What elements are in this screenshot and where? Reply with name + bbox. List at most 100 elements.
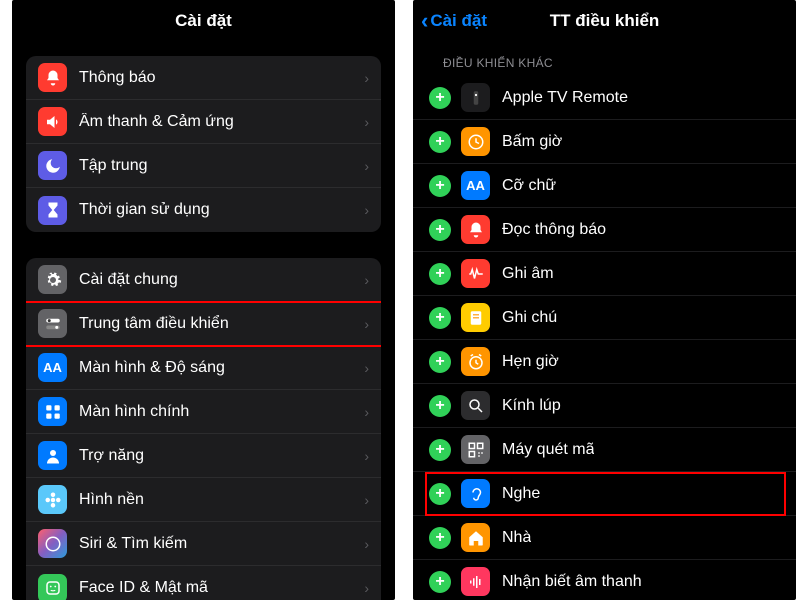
nav-bar: ‹ Cài đặt TT điều khiển bbox=[413, 0, 796, 42]
add-button[interactable]: + bbox=[429, 131, 451, 153]
settings-row-screentime[interactable]: Thời gian sử dụng › bbox=[26, 188, 381, 232]
chevron-right-icon: › bbox=[364, 158, 369, 174]
focus-icon bbox=[38, 151, 67, 180]
add-button[interactable]: + bbox=[429, 527, 451, 549]
control-label: Đọc thông báo bbox=[502, 221, 606, 239]
settings-row-siri[interactable]: Siri & Tìm kiếm› bbox=[26, 522, 381, 566]
sounds-icon bbox=[38, 107, 67, 136]
control-row-sound-recognition[interactable]: + Nhận biết âm thanh bbox=[413, 560, 796, 600]
add-button[interactable]: + bbox=[429, 395, 451, 417]
settings-label: Cài đặt chung bbox=[79, 271, 178, 289]
add-button[interactable]: + bbox=[429, 87, 451, 109]
chevron-right-icon: › bbox=[364, 448, 369, 464]
chevron-right-icon: › bbox=[364, 70, 369, 86]
sound-recognition-icon bbox=[461, 567, 490, 596]
timer-icon bbox=[461, 127, 490, 156]
control-row-magnifier[interactable]: + Kính lúp bbox=[413, 384, 796, 428]
settings-row-general[interactable]: Cài đặt chung › bbox=[26, 258, 381, 302]
display-icon: AA bbox=[38, 353, 67, 382]
notes-icon bbox=[461, 303, 490, 332]
page-title: TT điều khiển bbox=[550, 11, 660, 31]
screentime-icon bbox=[38, 196, 67, 225]
control-row-timer[interactable]: + Bấm giờ bbox=[413, 120, 796, 164]
control-label: Cỡ chữ bbox=[502, 177, 556, 195]
control-row-alarm[interactable]: + Hẹn giờ bbox=[413, 340, 796, 384]
settings-label: Thời gian sử dụng bbox=[79, 201, 210, 219]
more-controls-list: +Apple TV Remote+Bấm giờ+AACỡ chữ+Đọc th… bbox=[413, 76, 796, 600]
chevron-right-icon: › bbox=[364, 202, 369, 218]
add-button[interactable]: + bbox=[429, 483, 451, 505]
control-label: Ghi âm bbox=[502, 265, 554, 283]
add-button[interactable]: + bbox=[429, 571, 451, 593]
chevron-right-icon: › bbox=[364, 360, 369, 376]
page-title: Cài đặt bbox=[12, 0, 395, 42]
settings-label: Siri & Tìm kiếm bbox=[79, 535, 187, 553]
add-button[interactable]: + bbox=[429, 263, 451, 285]
siri-icon bbox=[38, 529, 67, 558]
apple-tv-remote-icon bbox=[461, 83, 490, 112]
control-label: Bấm giờ bbox=[502, 133, 562, 151]
control-label: Kính lúp bbox=[502, 397, 561, 415]
control-row-hearing[interactable]: +Nghe bbox=[413, 472, 796, 516]
settings-label: Face ID & Mật mã bbox=[79, 579, 208, 597]
control-row-text-size[interactable]: +AACỡ chữ bbox=[413, 164, 796, 208]
add-button[interactable]: + bbox=[429, 351, 451, 373]
control-row-notes[interactable]: + Ghi chú bbox=[413, 296, 796, 340]
control-row-apple-tv-remote[interactable]: + Apple TV Remote bbox=[413, 76, 796, 120]
alarm-icon bbox=[461, 347, 490, 376]
chevron-right-icon: › bbox=[364, 114, 369, 130]
chevron-right-icon: › bbox=[364, 316, 369, 332]
settings-row-wallpaper[interactable]: Hình nền › bbox=[26, 478, 381, 522]
settings-row-faceid[interactable]: Face ID & Mật mã› bbox=[26, 566, 381, 600]
chevron-left-icon: ‹ bbox=[421, 10, 428, 32]
settings-row-control-center[interactable]: Trung tâm điều khiển › bbox=[26, 302, 381, 346]
faceid-icon bbox=[38, 574, 67, 600]
settings-label: Âm thanh & Cảm ứng bbox=[79, 113, 234, 131]
back-button[interactable]: ‹ Cài đặt bbox=[421, 0, 487, 42]
voice-memo-icon bbox=[461, 259, 490, 288]
settings-label: Trợ năng bbox=[79, 447, 144, 465]
magnifier-icon bbox=[461, 391, 490, 420]
chevron-right-icon: › bbox=[364, 492, 369, 508]
home-icon bbox=[461, 523, 490, 552]
add-button[interactable]: + bbox=[429, 219, 451, 241]
settings-row-sounds[interactable]: Âm thanh & Cảm ứng › bbox=[26, 100, 381, 144]
wallpaper-icon bbox=[38, 485, 67, 514]
qr-icon bbox=[461, 435, 490, 464]
chevron-right-icon: › bbox=[364, 272, 369, 288]
add-button[interactable]: + bbox=[429, 439, 451, 461]
settings-label: Màn hình chính bbox=[79, 403, 189, 421]
settings-group-1: Thông báo›Âm thanh & Cảm ứng›Tập trung›T… bbox=[26, 56, 381, 232]
back-label: Cài đặt bbox=[430, 11, 487, 31]
home-screen-icon bbox=[38, 397, 67, 426]
settings-row-notifications[interactable]: Thông báo › bbox=[26, 56, 381, 100]
notifications-icon bbox=[38, 63, 67, 92]
settings-label: Hình nền bbox=[79, 491, 144, 509]
control-label: Apple TV Remote bbox=[502, 89, 628, 107]
settings-screen: Cài đặt Thông báo›Âm thanh & Cảm ứng›Tập… bbox=[12, 0, 395, 600]
settings-row-display[interactable]: AA Màn hình & Độ sáng › bbox=[26, 346, 381, 390]
hearing-icon bbox=[461, 479, 490, 508]
add-button[interactable]: + bbox=[429, 175, 451, 197]
announce-icon bbox=[461, 215, 490, 244]
settings-row-home-screen[interactable]: Màn hình chính› bbox=[26, 390, 381, 434]
settings-label: Trung tâm điều khiển bbox=[79, 315, 229, 333]
control-row-home[interactable]: +Nhà bbox=[413, 516, 796, 560]
settings-label: Thông báo bbox=[79, 69, 156, 87]
settings-row-focus[interactable]: Tập trung › bbox=[26, 144, 381, 188]
control-row-voice-memo[interactable]: + Ghi âm bbox=[413, 252, 796, 296]
settings-group-2: Cài đặt chung › Trung tâm điều khiển › AA Màn… bbox=[26, 258, 381, 600]
add-button[interactable]: + bbox=[429, 307, 451, 329]
general-icon bbox=[38, 265, 67, 294]
settings-label: Màn hình & Độ sáng bbox=[79, 359, 225, 377]
control-row-announce[interactable]: + Đọc thông báo bbox=[413, 208, 796, 252]
control-row-qr[interactable]: + Máy quét mã bbox=[413, 428, 796, 472]
control-label: Ghi chú bbox=[502, 309, 557, 327]
settings-row-accessibility[interactable]: Trợ năng › bbox=[26, 434, 381, 478]
settings-label: Tập trung bbox=[79, 157, 147, 175]
control-label: Máy quét mã bbox=[502, 441, 594, 459]
control-label: Nhận biết âm thanh bbox=[502, 573, 642, 591]
control-center-screen: ‹ Cài đặt TT điều khiển ĐIỀU KHIỂN KHÁC … bbox=[413, 0, 796, 600]
control-label: Hẹn giờ bbox=[502, 353, 559, 371]
section-header: ĐIỀU KHIỂN KHÁC bbox=[413, 42, 796, 76]
